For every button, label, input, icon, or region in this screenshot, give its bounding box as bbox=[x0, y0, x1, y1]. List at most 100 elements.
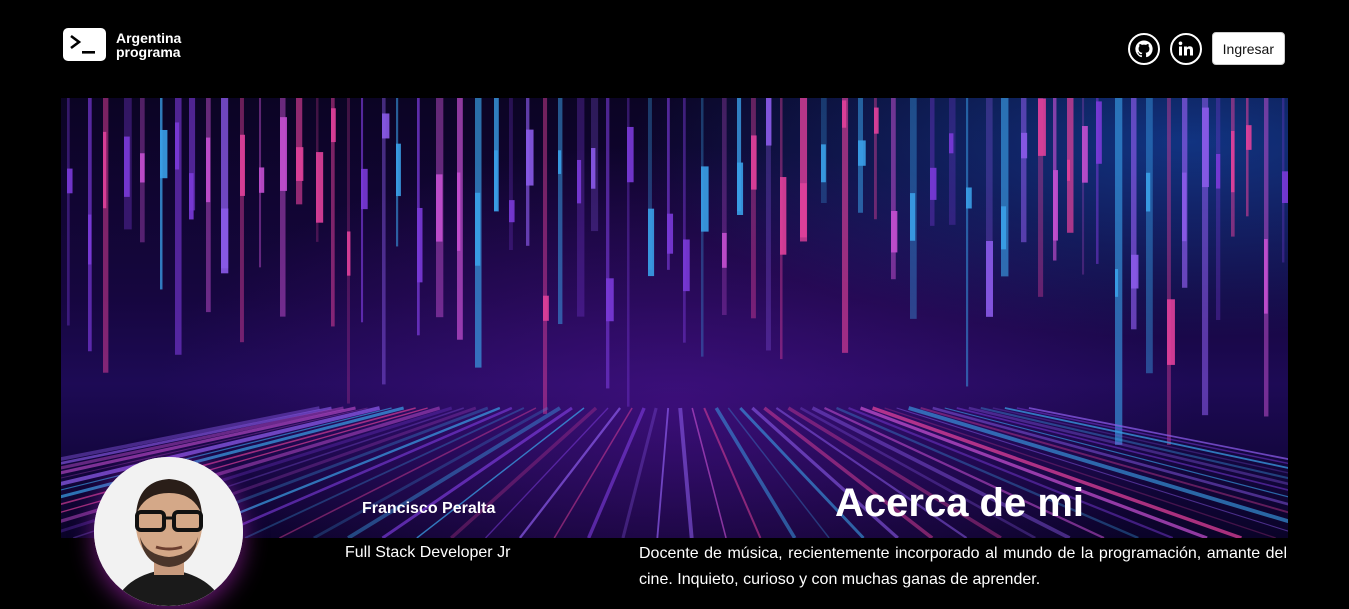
rain-highlight bbox=[206, 137, 211, 203]
rain-highlight bbox=[88, 214, 92, 265]
brand-name: Argentina programa bbox=[116, 31, 181, 59]
rain-column bbox=[722, 98, 727, 315]
rain-highlight bbox=[316, 152, 324, 223]
rain-highlight bbox=[558, 150, 562, 174]
floor-streak bbox=[727, 407, 830, 538]
rain-highlight bbox=[67, 168, 73, 194]
rain-highlight bbox=[331, 108, 336, 143]
rain-column bbox=[1131, 98, 1137, 330]
rain-column bbox=[361, 98, 364, 323]
rain-highlight bbox=[1246, 125, 1252, 150]
rain-highlight bbox=[722, 232, 727, 268]
floor-streak bbox=[244, 407, 525, 538]
rain-highlight bbox=[509, 200, 515, 223]
rain-highlight bbox=[361, 168, 368, 210]
floor-streak bbox=[381, 406, 573, 538]
hero-banner bbox=[61, 98, 1288, 538]
rain-highlight bbox=[1038, 98, 1046, 156]
login-button[interactable]: Ingresar bbox=[1211, 32, 1285, 65]
brand-name-line1: Argentina bbox=[116, 29, 182, 46]
rain-highlight bbox=[543, 295, 549, 321]
rain-highlight bbox=[751, 135, 757, 190]
rain-highlight bbox=[1167, 299, 1175, 365]
linkedin-icon[interactable] bbox=[1169, 32, 1202, 65]
rain-highlight bbox=[821, 144, 826, 183]
rain-highlight bbox=[382, 113, 390, 139]
rain-highlight bbox=[577, 159, 582, 204]
avatar bbox=[94, 457, 243, 606]
rain-highlight bbox=[591, 148, 596, 189]
rain-highlight bbox=[930, 167, 937, 200]
rain-column bbox=[949, 98, 956, 225]
floor-streak bbox=[703, 407, 762, 538]
rain-highlight bbox=[175, 122, 180, 170]
rain-column bbox=[67, 98, 70, 326]
rain-highlight bbox=[475, 192, 481, 266]
rain-highlight bbox=[780, 177, 787, 255]
brand-logo[interactable]: Argentina programa bbox=[63, 28, 181, 61]
rain-column bbox=[683, 98, 686, 343]
rain-highlight bbox=[1053, 170, 1058, 241]
rain-column bbox=[930, 98, 935, 226]
github-icon[interactable] bbox=[1127, 32, 1160, 65]
rain-highlight bbox=[526, 129, 534, 186]
floor-streak bbox=[621, 407, 658, 538]
rain-highlight bbox=[1264, 239, 1268, 314]
rain-highlight bbox=[124, 136, 130, 197]
floor-streak bbox=[518, 407, 621, 538]
rain-highlight bbox=[1082, 126, 1088, 183]
rain-highlight bbox=[1146, 172, 1151, 212]
rain-highlight bbox=[1001, 206, 1007, 250]
navbar: Argentina programa Ingresar bbox=[0, 0, 1349, 98]
profile-role: Full Stack Developer Jr bbox=[345, 544, 511, 561]
rain-highlight bbox=[966, 187, 972, 209]
rain-highlight bbox=[648, 208, 655, 277]
rain-highlight bbox=[606, 278, 614, 322]
floor-streak bbox=[553, 407, 633, 538]
rain-highlight bbox=[436, 174, 443, 242]
rain-highlight bbox=[910, 193, 916, 241]
rain-highlight bbox=[701, 166, 709, 232]
social-links: Ingresar bbox=[1127, 32, 1285, 65]
rain-column bbox=[1146, 98, 1153, 374]
rain-highlight bbox=[627, 126, 634, 183]
rain-highlight bbox=[221, 208, 229, 274]
floor-streak bbox=[485, 407, 609, 538]
rain-highlight bbox=[103, 131, 107, 209]
floor-streak bbox=[450, 406, 598, 538]
rain-highlight bbox=[259, 167, 265, 193]
rain-highlight bbox=[1202, 107, 1209, 188]
rain-column bbox=[206, 98, 211, 313]
rain-highlight bbox=[891, 210, 898, 253]
floor-streak bbox=[416, 407, 585, 538]
rain-highlight bbox=[842, 100, 847, 128]
rain-highlight bbox=[296, 147, 304, 181]
about-title: Acerca de mi bbox=[835, 481, 1085, 525]
rain-highlight bbox=[347, 231, 351, 276]
rain-highlight bbox=[189, 173, 194, 220]
rain-column bbox=[751, 98, 756, 319]
rain-highlight bbox=[800, 183, 807, 238]
rain-highlight bbox=[457, 172, 461, 251]
rain-column bbox=[1167, 98, 1171, 445]
rain-highlight bbox=[1021, 132, 1028, 159]
floor-streak bbox=[678, 407, 694, 538]
rain-column bbox=[577, 98, 585, 317]
rain-highlight bbox=[140, 153, 145, 183]
rain-highlight bbox=[1216, 153, 1221, 189]
rain-column bbox=[966, 98, 969, 387]
profile-photo bbox=[94, 457, 243, 606]
rain-highlight bbox=[683, 239, 690, 292]
floor-streak bbox=[587, 407, 646, 538]
floor-streak bbox=[714, 407, 797, 538]
rain-column bbox=[842, 98, 849, 353]
binary-rain-illustration bbox=[61, 98, 1288, 538]
rain-highlight bbox=[280, 117, 287, 191]
rain-highlight bbox=[1115, 269, 1119, 297]
brand-name-line2: programa bbox=[116, 43, 181, 60]
rain-column bbox=[1001, 98, 1009, 277]
rain-highlight bbox=[396, 143, 401, 197]
rain-highlight bbox=[1182, 172, 1187, 242]
rain-column bbox=[1021, 98, 1027, 243]
floor-streak bbox=[691, 407, 727, 538]
